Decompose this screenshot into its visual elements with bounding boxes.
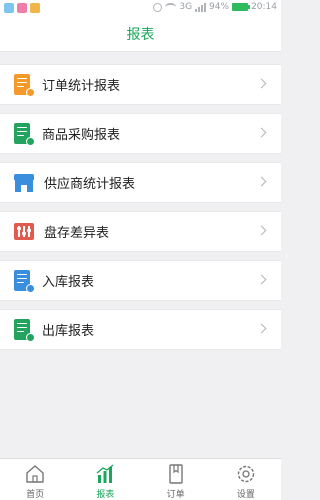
report-item-label: 出库报表 (42, 324, 95, 339)
clock: 20:14 (251, 2, 277, 12)
report-item-order-stats[interactable]: 订单统计报表 (0, 64, 281, 105)
chevron-right-icon (256, 323, 267, 334)
page-title: 报表 (126, 26, 155, 43)
gear-icon (237, 465, 255, 483)
stock-in-icon (14, 269, 35, 293)
battery-icon (232, 3, 251, 11)
app-header: 报表 (0, 16, 281, 52)
chevron-right-icon (256, 176, 267, 187)
order-stats-icon (14, 73, 35, 97)
nav-orders-label: 订单 (166, 490, 185, 500)
nav-settings[interactable]: 设置 (211, 459, 281, 500)
report-item-label: 盘存差异表 (44, 226, 110, 241)
supplier-store-icon (14, 172, 34, 194)
app-notification-icon (4, 3, 14, 13)
app-notification-icon (17, 3, 27, 13)
status-indicators: 3G 94% 20:14 (153, 2, 277, 12)
nav-orders[interactable]: 订单 (141, 459, 211, 500)
abacus-icon (14, 221, 34, 243)
report-item-purchase[interactable]: 商品采购报表 (0, 113, 281, 154)
report-list: 订单统计报表 商品采购报表 供应商统计报表 盘存差异表 入库报表 出库报表 (0, 64, 281, 358)
bar-chart-icon (96, 464, 114, 483)
app-notification-icon (30, 3, 40, 13)
battery-percent: 94% (209, 2, 230, 12)
home-icon (26, 465, 44, 483)
report-item-inventory-diff[interactable]: 盘存差异表 (0, 211, 281, 252)
alarm-icon (153, 2, 163, 12)
stock-out-icon (14, 318, 35, 342)
network-type: 3G (179, 2, 193, 12)
wifi-icon (165, 3, 177, 11)
report-item-stock-in[interactable]: 入库报表 (0, 260, 281, 301)
signal-icon (195, 2, 207, 12)
report-item-label: 商品采购报表 (42, 128, 121, 143)
report-item-label: 供应商统计报表 (44, 177, 136, 192)
chevron-right-icon (256, 78, 267, 89)
nav-reports-label: 报表 (96, 490, 115, 500)
nav-home[interactable]: 首页 (0, 459, 70, 500)
report-item-label: 订单统计报表 (42, 79, 121, 94)
chevron-right-icon (256, 274, 267, 285)
order-book-icon (168, 464, 183, 484)
status-notification-icons (4, 3, 40, 13)
nav-settings-label: 设置 (236, 490, 255, 500)
bottom-nav: 首页 报表 订单 设置 (0, 458, 281, 500)
report-item-label: 入库报表 (42, 275, 95, 290)
nav-reports[interactable]: 报表 (70, 459, 140, 500)
report-item-supplier-stats[interactable]: 供应商统计报表 (0, 162, 281, 203)
purchase-icon (14, 122, 35, 146)
status-bar: 3G 94% 20:14 (0, 0, 281, 16)
nav-home-label: 首页 (26, 490, 45, 500)
chevron-right-icon (256, 225, 267, 236)
report-item-stock-out[interactable]: 出库报表 (0, 309, 281, 350)
chevron-right-icon (256, 127, 267, 138)
